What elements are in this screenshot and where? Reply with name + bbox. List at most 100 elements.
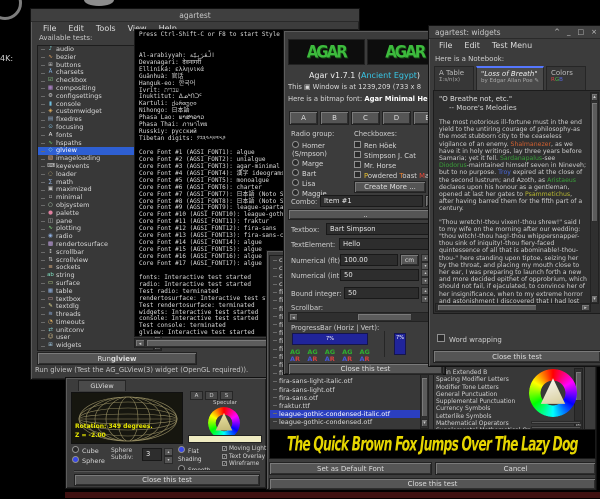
text-editor[interactable]: "O Breathe not, etc." -- Moore's Melodie… [433, 90, 600, 314]
subdiv-label-line2: Subdiv: [111, 454, 133, 461]
font-file-item[interactable]: league-gothic-condensed-italic.otf [270, 410, 428, 418]
set-default-font-button[interactable]: Set as Default Font [269, 462, 432, 475]
text-vscrollbar[interactable]: ▴ ▾ [590, 92, 599, 304]
scroll-right-icon[interactable]: ▸ [581, 304, 590, 311]
unit-selector[interactable]: cm [400, 254, 419, 266]
demo-scrollbar[interactable]: ◂ ▸ [288, 312, 443, 322]
window-widgets: agartest: widgets ^_□× FileEditTest Menu… [428, 25, 600, 367]
shading-radio[interactable]: Flat Shading [178, 446, 224, 464]
test-icon: ⊙ [47, 124, 54, 132]
menu-item[interactable]: Tools [90, 24, 122, 33]
scrollbar-thumb[interactable] [357, 313, 412, 321]
color-picker[interactable] [517, 365, 595, 429]
font-file-item[interactable]: fira-sans-light-italic.otf [270, 377, 428, 385]
font-file-item[interactable]: fraktur.ttf [270, 402, 428, 410]
font-file-item[interactable]: fira-sans.otf [270, 394, 428, 402]
menu-item[interactable]: Test Menu [486, 41, 538, 50]
textelement-input[interactable]: Hello [339, 238, 442, 250]
dots-button[interactable]: .. [288, 209, 443, 220]
run-label-bold: glview [111, 355, 137, 363]
test-icon: ▦ [47, 288, 54, 296]
shape-radio[interactable]: Sphere [72, 456, 112, 465]
scroll-down-icon[interactable]: ▾ [421, 419, 428, 427]
run-test-button[interactable]: Run glview [37, 352, 197, 365]
specular-color-swatch[interactable] [188, 435, 262, 443]
subdiv-stepper[interactable]: ▴▾ [164, 448, 173, 461]
close-test-button[interactable]: Close this test [433, 350, 600, 363]
text-hscrollbar[interactable]: ▸ [435, 303, 591, 312]
radio-item[interactable]: Lisa [292, 179, 350, 188]
gl-option-checkbox[interactable]: ✓Text Overlay [222, 454, 266, 462]
desktop-icon-fragment [84, 0, 114, 6]
tab-glview[interactable]: GLView [78, 380, 126, 391]
tab-a-table[interactable]: A Table Σ:s/n(x) [434, 66, 474, 90]
menu-item[interactable]: Edit [458, 41, 486, 50]
font-file-item[interactable]: fira-sans-light.otf [270, 386, 428, 394]
radio-item[interactable]: Homer (S/mpson) [292, 141, 350, 158]
window-control-icon[interactable]: × [591, 26, 597, 39]
close-test-button[interactable]: Close this test [74, 474, 260, 486]
checkmark-icon: ✓ [222, 461, 227, 466]
alphabet-button[interactable]: D [382, 111, 411, 125]
material-tab[interactable]: A [190, 391, 203, 400]
stepper-down-icon[interactable]: ▾ [164, 456, 173, 464]
text-segment: Aristaeus [547, 177, 576, 184]
shape-radio[interactable]: Cube [72, 446, 112, 455]
test-icon: ⚙ [47, 93, 54, 101]
tab-loss-of-breath[interactable]: "Loss of Breath" by Edgar Allan Poe ✎ [476, 66, 544, 90]
material-tab[interactable]: S [220, 391, 233, 400]
window-control-icon[interactable]: ^ [554, 26, 560, 39]
textbox-input[interactable]: Bart Simpson [326, 223, 442, 235]
close-test-button[interactable]: Close this test [288, 363, 443, 375]
scroll-up-icon[interactable]: ▴ [591, 93, 598, 101]
test-icon: ▧ [47, 155, 54, 163]
scrollbar-label: Scrollbar: [291, 304, 323, 312]
close-test-button[interactable]: Close this test [269, 478, 596, 490]
gl-option-checkbox[interactable]: ✓Moving Light [222, 446, 266, 454]
material-tab[interactable]: D [205, 391, 218, 400]
tab-colors[interactable]: Colors RGB [546, 66, 586, 90]
numerical-flt-input[interactable]: 100.00 [340, 254, 398, 266]
window-control-icon[interactable]: _ [567, 26, 571, 39]
numerical-int-input[interactable]: 50 [340, 269, 419, 281]
stepper-up-icon[interactable]: ▴ [164, 448, 173, 456]
word-wrapping-checkbox[interactable]: Word wrapping [437, 334, 502, 344]
tab-subtitle: Σ:s/n(x) [439, 77, 469, 84]
radio-item[interactable]: Bart [292, 169, 350, 178]
alphabet-button[interactable]: A [289, 111, 318, 125]
scroll-down-icon[interactable]: ▾ [591, 295, 598, 303]
window-control-icon[interactable]: □ [578, 26, 585, 39]
paragraph: The most notorious ill-fortune must in t… [439, 119, 587, 213]
scrollbar-thumb[interactable] [421, 377, 428, 417]
combo-input[interactable]: Item #1 [320, 195, 423, 207]
scrollbar-thumb[interactable] [437, 304, 537, 311]
font-preview: The Quick Brown Fox Jumps Over The Lazy … [269, 429, 596, 459]
font-file-item[interactable]: league-gothic-condensed.otf [270, 418, 428, 426]
menu-item[interactable]: File [433, 41, 458, 50]
create-more-button[interactable]: Create More ... [354, 181, 426, 193]
gl-viewport[interactable]: Rotation: 349 degrees. Z = -2.00 [71, 392, 183, 444]
poem-heading: "O Breathe not, etc." [439, 95, 587, 104]
textelement-label: TextElement: [291, 241, 335, 249]
menu-item[interactable]: Edit [62, 24, 90, 33]
text-segment: Shalmanezer [511, 141, 552, 148]
radio-item[interactable]: Marge [292, 159, 350, 168]
cancel-button[interactable]: Cancel [435, 462, 596, 475]
text-segment: Diodorus [439, 162, 467, 169]
test-icon: ▣ [47, 186, 54, 194]
alphabet-button[interactable]: B [320, 111, 349, 125]
color-slider[interactable] [531, 421, 581, 424]
menu-bar: FileEditTest Menu [433, 39, 538, 51]
scroll-left-icon[interactable]: ◂ [135, 339, 145, 347]
alphabet-button[interactable]: C [351, 111, 380, 125]
window-title[interactable]: agartest [31, 9, 359, 22]
test-label: widgets [56, 342, 81, 350]
subdiv-input[interactable]: 3 [142, 448, 162, 461]
scrollbar-thumb[interactable] [591, 102, 598, 222]
desktop-bottom-strip [65, 492, 600, 498]
menu-item[interactable]: File [37, 24, 62, 33]
scroll-left-icon[interactable]: ◂ [289, 313, 298, 321]
bound-integer-input[interactable]: 50 [344, 287, 419, 299]
radio-group-label: Radio group: [291, 130, 334, 138]
gl-option-checkbox[interactable]: ✓Wireframe [222, 461, 266, 469]
